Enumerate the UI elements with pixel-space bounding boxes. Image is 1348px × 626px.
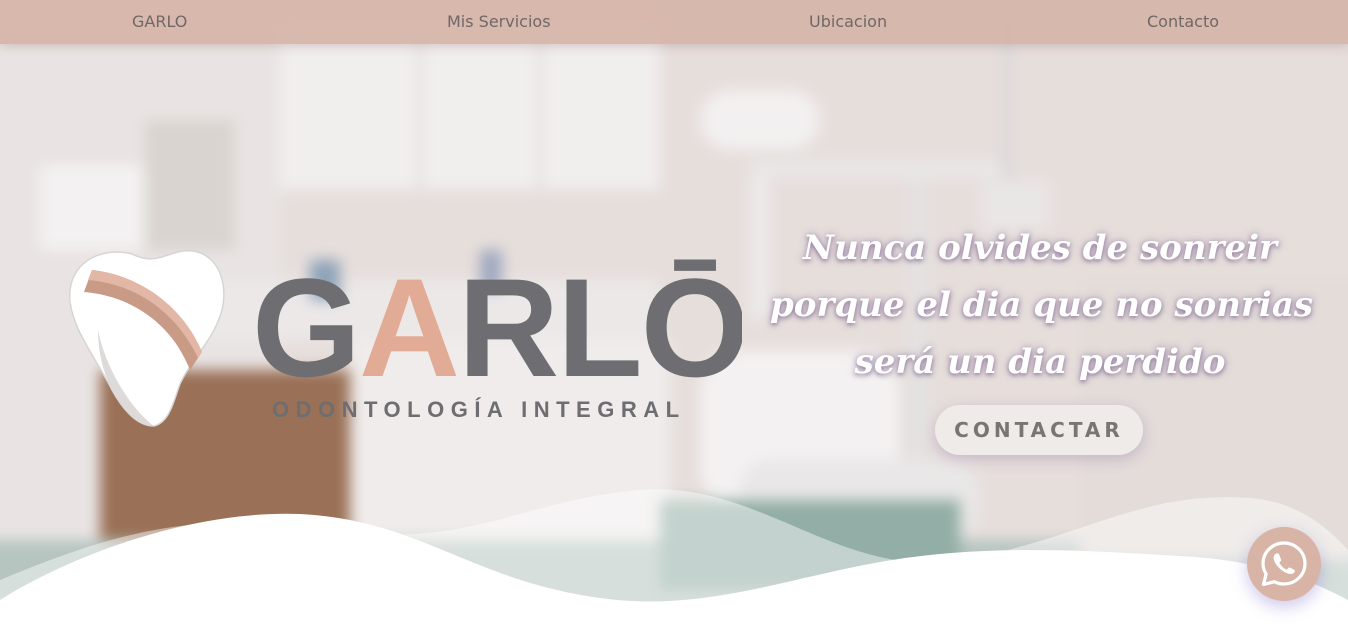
whatsapp-icon <box>1261 541 1307 587</box>
hero-tagline: Nunca olvides de sonreir porque el dia q… <box>770 220 1314 391</box>
tagline-line-3: será un dia perdido <box>854 342 1226 382</box>
tagline-line-2: porque el dia que no sonrias <box>770 285 1314 325</box>
svg-text:GARLŌ: GARLŌ <box>252 249 742 406</box>
garlo-logo: GARLŌ ODONTOLOGÍA INTEGRAL <box>69 249 742 427</box>
nav-link-services[interactable]: Mis Servicios <box>447 12 551 31</box>
logo-wordmark-g: G <box>252 249 359 406</box>
nav-link-location[interactable]: Ubicacion <box>809 12 887 31</box>
logo-subtitle: ODONTOLOGÍA INTEGRAL <box>272 397 686 422</box>
logo-wordmark-a: A <box>359 249 458 406</box>
bottom-wave-divider <box>0 489 1348 626</box>
top-navbar: GARLO Mis Servicios Ubicacion Contacto <box>0 0 1348 44</box>
nav-link-contact[interactable]: Contacto <box>1147 12 1219 31</box>
logo-wordmark-rest: RLŌ <box>458 249 742 406</box>
contact-cta-button[interactable]: CONTACTAR <box>935 405 1143 455</box>
tooth-logo-icon <box>69 250 225 427</box>
whatsapp-button[interactable] <box>1247 527 1321 601</box>
tagline-line-1: Nunca olvides de sonreir <box>803 228 1277 268</box>
nav-link-home[interactable]: GARLO <box>132 12 187 31</box>
